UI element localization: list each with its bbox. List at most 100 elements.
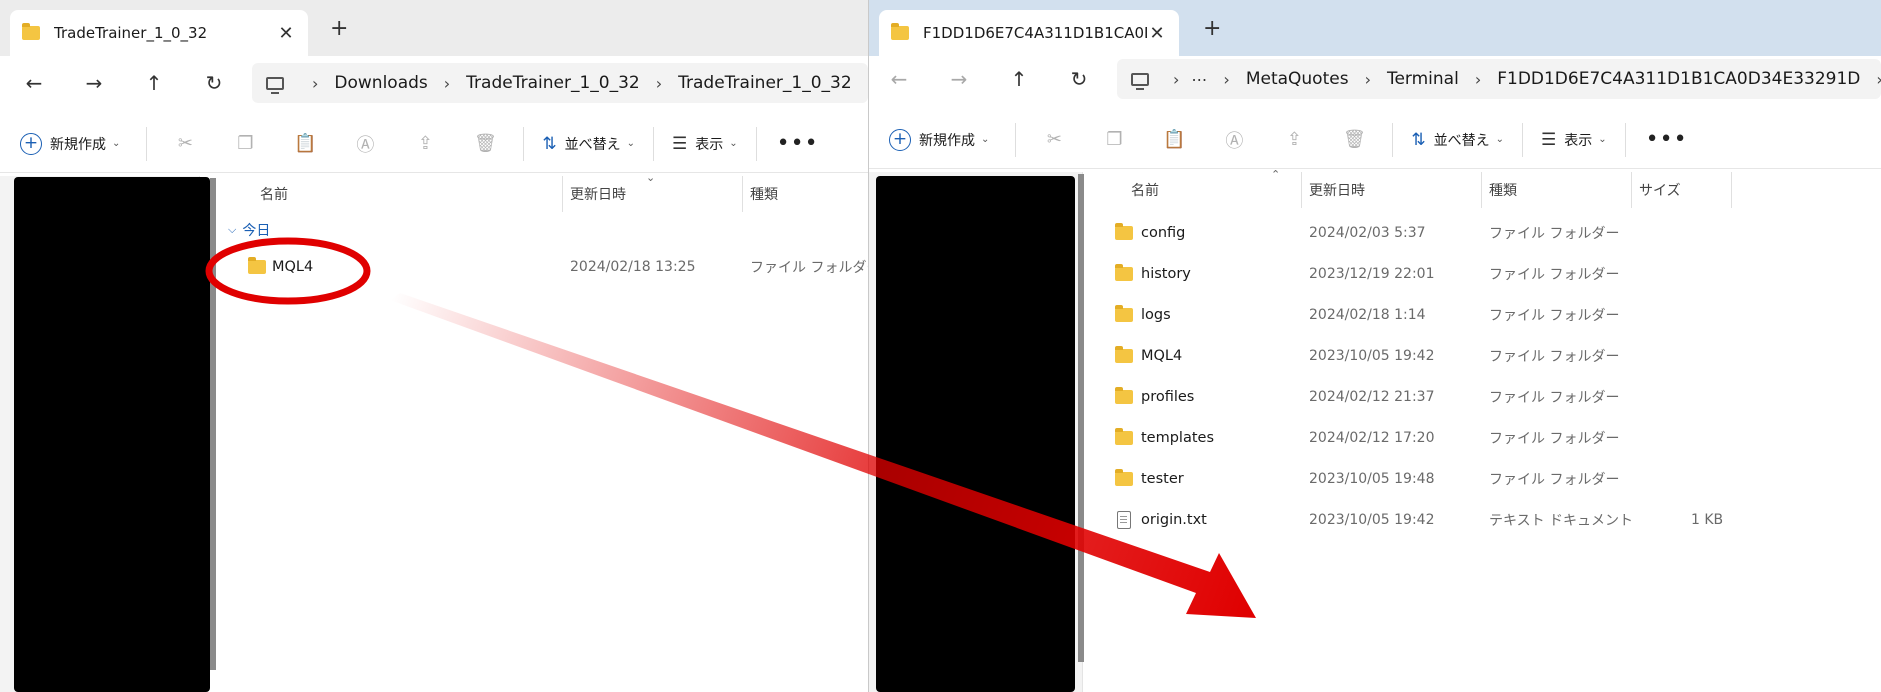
item-type: ファイル フォルダー — [1489, 266, 1620, 283]
column-divider[interactable] — [1731, 172, 1732, 208]
cut-icon[interactable]: ✂ — [155, 133, 215, 154]
close-tab-icon[interactable]: ✕ — [276, 23, 296, 44]
column-header-type[interactable]: 種類 — [1489, 172, 1517, 208]
item-type: テキスト ドキュメント — [1489, 512, 1634, 529]
breadcrumb-terminal[interactable]: Terminal — [1387, 69, 1459, 89]
column-header-name[interactable]: 名前 — [260, 176, 288, 212]
view-label: 表示 — [1564, 132, 1593, 149]
column-divider[interactable] — [1631, 172, 1632, 208]
column-header-name[interactable]: 名前 — [1131, 172, 1159, 208]
chevron-right-icon[interactable]: › — [1173, 70, 1179, 89]
breadcrumb-metaquotes[interactable]: MetaQuotes — [1246, 69, 1349, 89]
item-name: config — [1141, 224, 1186, 241]
item-name: tester — [1141, 470, 1184, 487]
item-name: MQL4 — [272, 258, 314, 275]
item-name: templates — [1141, 429, 1215, 446]
forward-button[interactable]: → — [929, 67, 989, 91]
chevron-right-icon[interactable]: › — [1223, 70, 1229, 89]
chevron-right-icon[interactable]: › — [656, 74, 662, 93]
new-tab-button[interactable]: + — [330, 16, 348, 41]
up-button[interactable]: ↑ — [989, 67, 1049, 91]
paste-icon[interactable]: 📋 — [1144, 129, 1204, 150]
chevron-down-icon: ⌄ — [729, 138, 738, 149]
group-header-today[interactable]: ⌵ 今日 — [228, 220, 270, 240]
delete-icon[interactable]: 🗑 — [1324, 129, 1384, 150]
folder-icon — [1115, 428, 1133, 445]
list-item[interactable]: history 2023/12/19 22:01 ファイル フォルダー — [1087, 253, 1881, 294]
column-header-modified[interactable]: 更新日時 — [570, 176, 626, 212]
chevron-right-icon[interactable]: › — [1475, 70, 1481, 89]
breadcrumb-downloads[interactable]: Downloads — [334, 73, 427, 93]
toolbar-divider — [523, 126, 525, 161]
copy-icon[interactable]: ❐ — [1084, 129, 1144, 150]
item-modified: 2024/02/18 13:25 — [570, 258, 696, 275]
up-button[interactable]: ↑ — [124, 71, 184, 95]
more-options-icon[interactable]: ••• — [777, 131, 819, 156]
address-bar[interactable]: › ⋯ › MetaQuotes › Terminal › F1DD1D6E7C… — [1117, 59, 1881, 99]
list-item[interactable]: MQL4 2024/02/18 13:25 ファイル フォルダー — [214, 246, 868, 287]
group-label: 今日 — [242, 223, 271, 239]
rename-icon[interactable]: Ⓐ — [335, 131, 395, 157]
chevron-right-icon[interactable]: › — [1876, 70, 1881, 89]
list-item[interactable]: logs 2024/02/18 1:14 ファイル フォルダー — [1087, 294, 1881, 335]
view-button[interactable]: ☰ 表示 ⌄ — [672, 134, 738, 154]
paste-icon[interactable]: 📋 — [275, 133, 335, 154]
list-item[interactable]: config 2024/02/03 5:37 ファイル フォルダー — [1087, 212, 1881, 253]
share-icon[interactable]: ⇪ — [1264, 129, 1324, 150]
chevron-right-icon[interactable]: › — [444, 74, 450, 93]
plus-icon: + — [20, 132, 42, 155]
view-button[interactable]: ☰ 表示 ⌄ — [1541, 130, 1607, 150]
column-header-size[interactable]: サイズ — [1639, 172, 1681, 208]
item-name: origin.txt — [1141, 511, 1207, 528]
navigation-scrollbar[interactable] — [1078, 174, 1084, 662]
list-item[interactable]: tester 2023/10/05 19:48 ファイル フォルダー — [1087, 458, 1881, 499]
address-bar[interactable]: › Downloads › TradeTrainer_1_0_32 › Trad… — [252, 63, 868, 103]
share-icon[interactable]: ⇪ — [395, 133, 455, 154]
tab-terminal-folder[interactable]: F1DD1D6E7C4A311D1B1CA0D34 ✕ — [879, 10, 1179, 56]
forward-button[interactable]: → — [64, 71, 124, 95]
column-divider[interactable] — [1481, 172, 1482, 208]
toolbar-divider — [755, 126, 757, 161]
chevron-right-icon[interactable]: › — [1365, 70, 1371, 89]
command-bar: + 新規作成 ⌄ ✂ ❐ 📋 Ⓐ ⇪ 🗑 ⇅ 並べ替え ⌄ ☰ 表示 ⌄ ••• — [869, 111, 1881, 169]
new-button[interactable]: + 新規作成 ⌄ — [20, 132, 120, 155]
column-divider[interactable] — [562, 176, 563, 212]
more-options-icon[interactable]: ••• — [1646, 127, 1688, 152]
text-file-icon — [1117, 511, 1131, 529]
breadcrumb-tradetrainer-inner[interactable]: TradeTrainer_1_0_32 — [678, 73, 852, 93]
item-modified: 2024/02/12 21:37 — [1309, 388, 1435, 405]
breadcrumb-tradetrainer[interactable]: TradeTrainer_1_0_32 — [466, 73, 640, 93]
close-tab-icon[interactable]: ✕ — [1147, 23, 1167, 44]
back-button[interactable]: ← — [4, 71, 64, 95]
refresh-button[interactable]: ↻ — [1049, 67, 1109, 91]
hidden-breadcrumbs-button[interactable]: ⋯ — [1191, 70, 1207, 89]
chevron-right-icon[interactable]: › — [312, 74, 318, 93]
new-button[interactable]: + 新規作成 ⌄ — [889, 128, 989, 151]
tab-tradetrainer[interactable]: TradeTrainer_1_0_32 ✕ — [10, 10, 308, 56]
delete-icon[interactable]: 🗑 — [455, 133, 515, 154]
column-divider[interactable] — [1301, 172, 1302, 208]
column-header-type[interactable]: 種類 — [750, 176, 778, 212]
refresh-button[interactable]: ↻ — [184, 71, 244, 95]
sort-label: 並べ替え — [1433, 132, 1490, 149]
back-button[interactable]: ← — [869, 67, 929, 91]
list-item[interactable]: templates 2024/02/12 17:20 ファイル フォルダー — [1087, 417, 1881, 458]
copy-icon[interactable]: ❐ — [215, 133, 275, 154]
item-modified: 2024/02/03 5:37 — [1309, 224, 1426, 241]
column-divider[interactable] — [742, 176, 743, 212]
breadcrumb-terminal-id[interactable]: F1DD1D6E7C4A311D1B1CA0D34E33291D — [1497, 69, 1860, 89]
rename-icon[interactable]: Ⓐ — [1204, 127, 1264, 153]
column-header-modified[interactable]: 更新日時 — [1309, 172, 1365, 208]
list-item[interactable]: profiles 2024/02/12 21:37 ファイル フォルダー — [1087, 376, 1881, 417]
list-item[interactable]: origin.txt 2023/10/05 19:42 テキスト ドキュメント … — [1087, 499, 1881, 540]
item-modified: 2023/12/19 22:01 — [1309, 265, 1435, 282]
sort-ascending-icon: ⌃ — [1271, 168, 1281, 181]
list-item[interactable]: MQL4 2023/10/05 19:42 ファイル フォルダー — [1087, 335, 1881, 376]
item-modified: 2023/10/05 19:48 — [1309, 470, 1435, 487]
item-name: profiles — [1141, 388, 1195, 405]
new-tab-button[interactable]: + — [1203, 16, 1221, 41]
sort-button[interactable]: ⇅ 並べ替え ⌄ — [542, 134, 635, 154]
this-pc-icon — [266, 76, 284, 94]
sort-button[interactable]: ⇅ 並べ替え ⌄ — [1411, 130, 1504, 150]
cut-icon[interactable]: ✂ — [1024, 129, 1084, 150]
